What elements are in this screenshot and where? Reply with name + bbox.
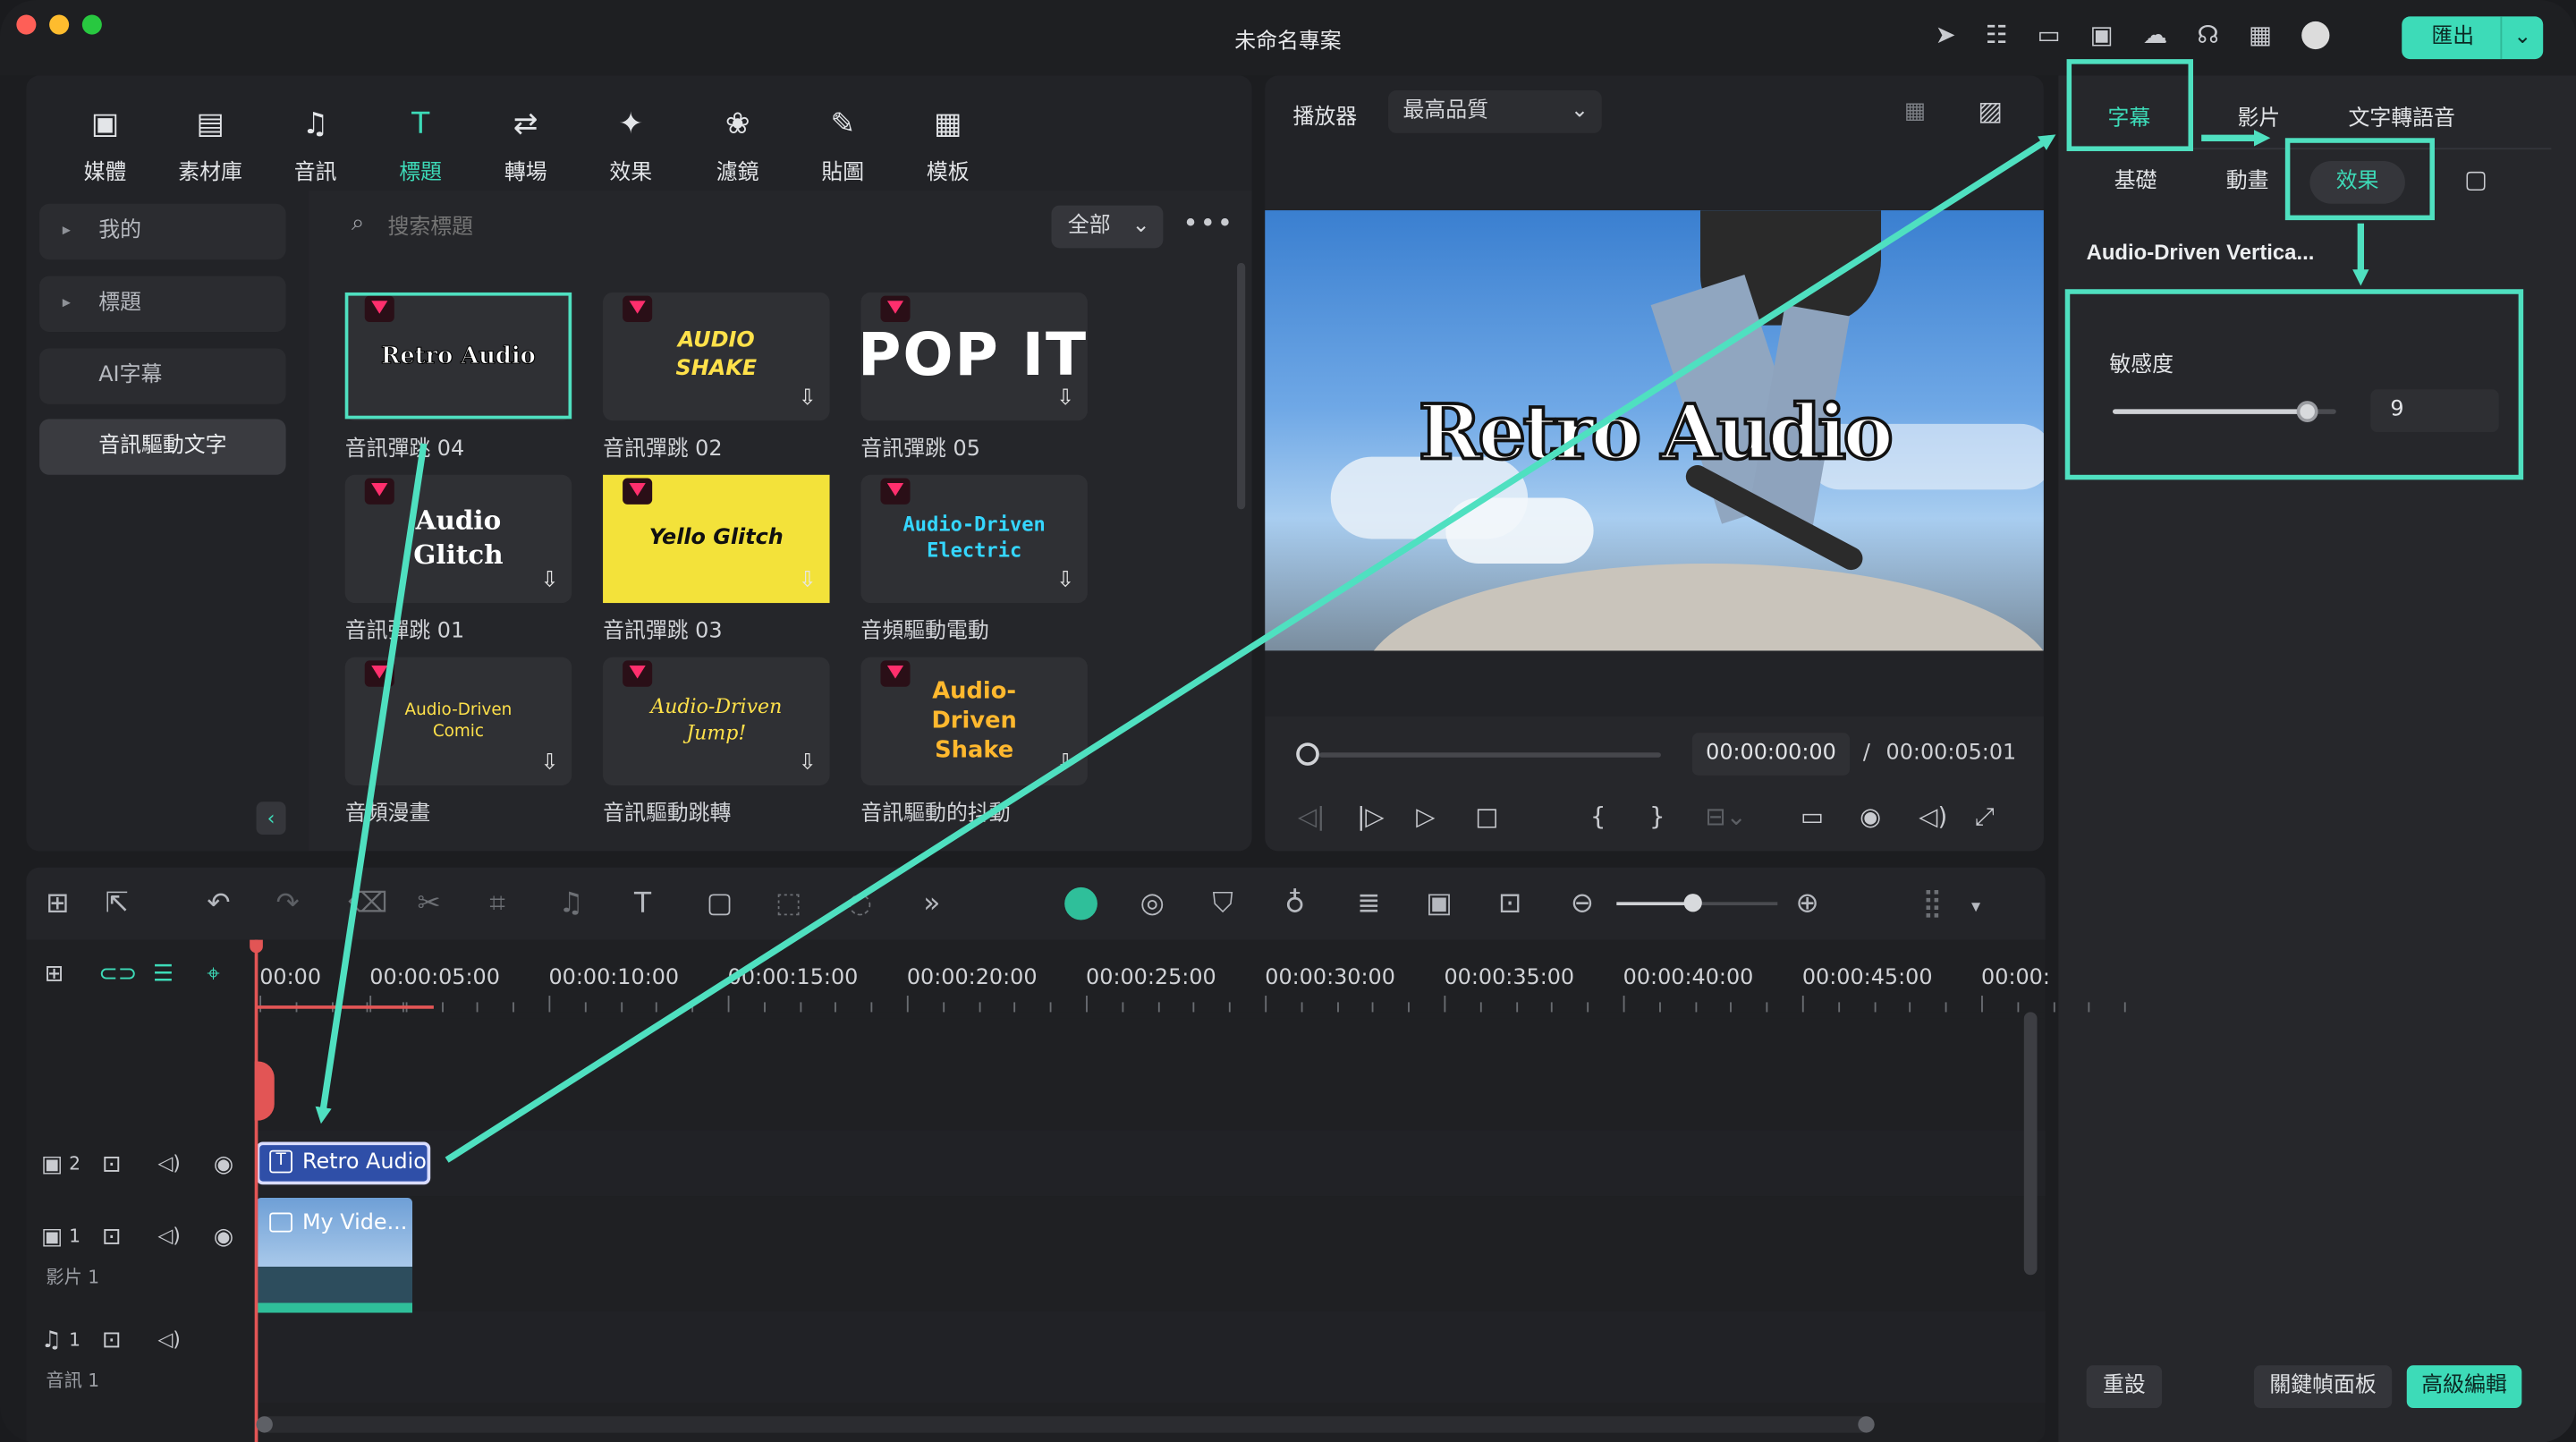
app-window: 未命名專案 ➤ ☷ ▭ ▣ ☁ ☊ ▦ 匯出 ⌄ ▣ 媒體 ▤ 素材庫 ♫ 音訊 T 標題 ⇄ 轉…: [0, 0, 2576, 1442]
annotation-arrows: [315, 130, 2369, 1163]
arrow-card-to-clip: [315, 443, 428, 1124]
arrow-clip-to-subtitle-tab: [445, 134, 2056, 1163]
